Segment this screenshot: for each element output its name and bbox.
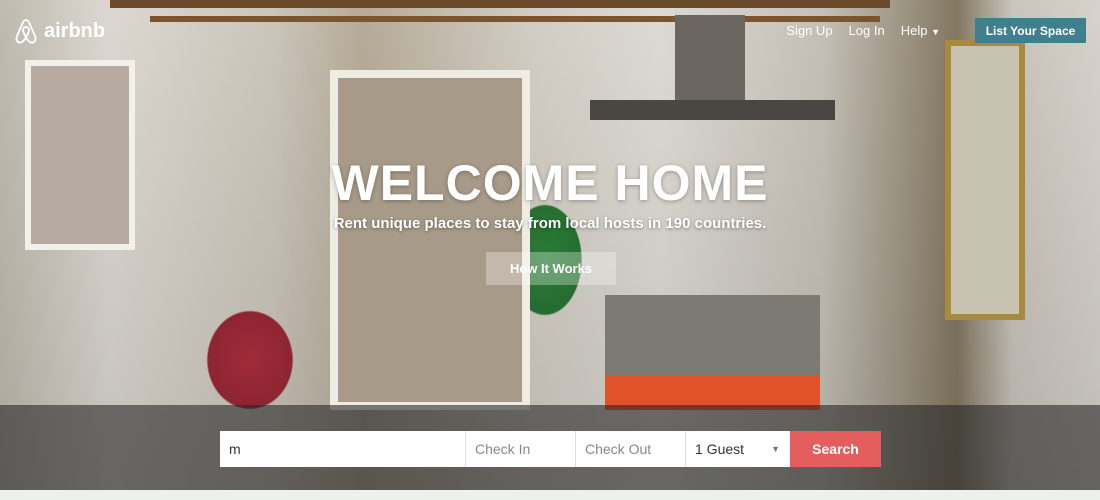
location-input[interactable]: m xyxy=(220,431,466,467)
brand-name: airbnb xyxy=(44,19,106,42)
hero-subtitle: Rent unique places to stay from local ho… xyxy=(333,215,767,232)
caret-down-icon: ▼ xyxy=(771,444,780,454)
search-bar: m Check In Check Out 1 Guest ▼ Search xyxy=(220,431,881,467)
stove xyxy=(605,295,820,375)
help-menu[interactable]: Help ▼ xyxy=(901,23,940,38)
range-hood-shelf xyxy=(590,100,835,120)
airbnb-belo-icon xyxy=(15,19,37,44)
check-out-input[interactable]: Check Out xyxy=(576,431,686,467)
page-bottom-strip xyxy=(0,490,1100,500)
kitchen-door xyxy=(330,70,530,410)
log-in-link[interactable]: Log In xyxy=(849,23,885,38)
sign-up-link[interactable]: Sign Up xyxy=(786,23,832,38)
guests-value: 1 Guest xyxy=(695,441,745,457)
caret-down-icon: ▼ xyxy=(931,27,940,37)
list-your-space-button[interactable]: List Your Space xyxy=(975,18,1086,43)
how-it-works-button[interactable]: How It Works xyxy=(486,252,616,285)
help-label: Help xyxy=(900,23,928,38)
airbnb-logo[interactable]: airbnb xyxy=(14,17,105,45)
hero-title: WELCOME HOME xyxy=(331,155,769,211)
top-nav: airbnb Sign Up Log In Help ▼ List Your S… xyxy=(0,0,1100,60)
check-in-input[interactable]: Check In xyxy=(466,431,576,467)
search-button[interactable]: Search xyxy=(790,431,881,467)
guests-select[interactable]: 1 Guest ▼ xyxy=(686,431,790,467)
